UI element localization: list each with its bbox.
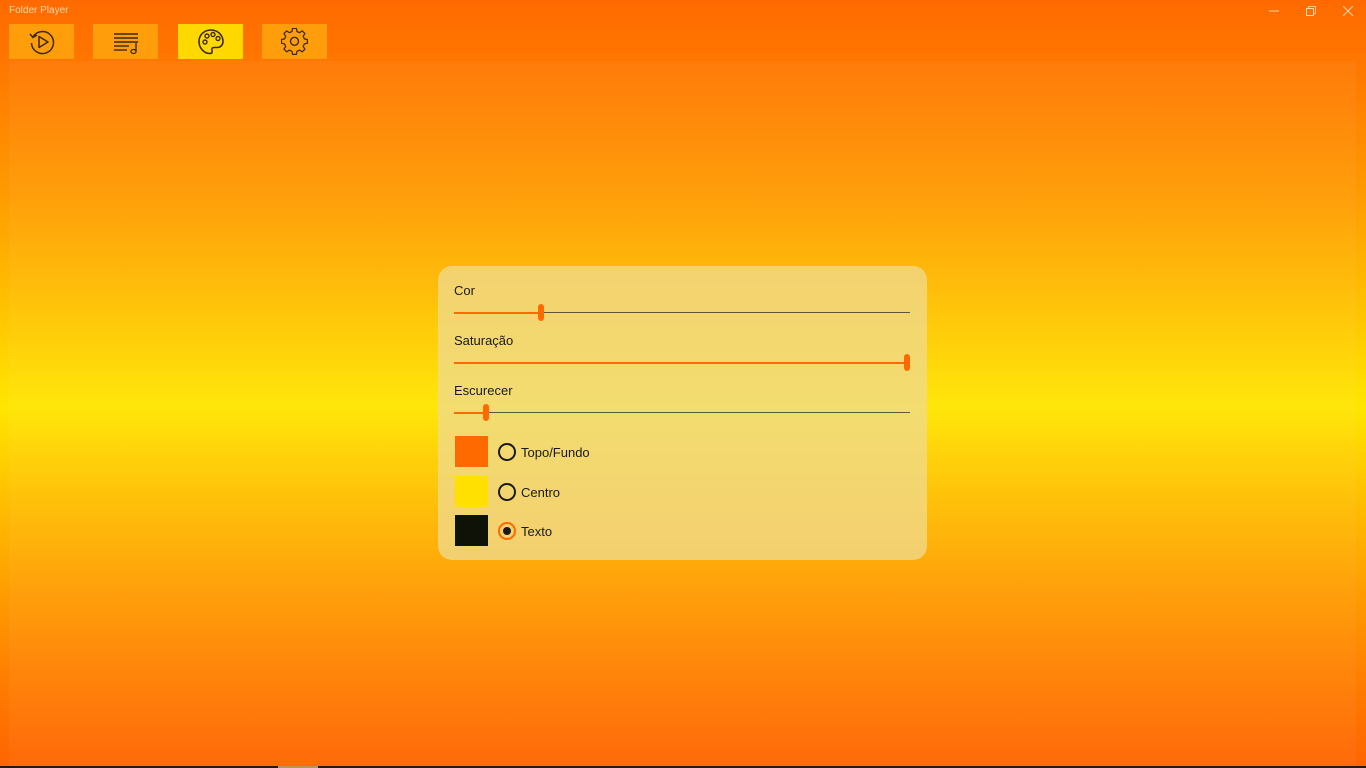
close-icon <box>1342 6 1353 16</box>
color-swatch-text[interactable] <box>455 515 488 546</box>
color-settings-panel: Cor Saturação Escurecer Topo/Fundo Centr… <box>438 266 927 560</box>
hue-slider-label: Cor <box>454 283 475 298</box>
playlist-button[interactable] <box>93 24 158 59</box>
gear-icon <box>280 27 308 55</box>
now-playing-button[interactable] <box>9 24 74 59</box>
radio-label-top-bottom: Topo/Fundo <box>521 445 590 460</box>
darken-slider-label: Escurecer <box>454 383 513 398</box>
restore-button[interactable] <box>1292 0 1329 22</box>
darken-slider-thumb[interactable] <box>483 404 489 421</box>
window-controls <box>1255 0 1366 22</box>
theme-button[interactable] <box>178 24 243 59</box>
title-bar: Folder Player <box>0 0 1366 22</box>
hue-slider-thumb[interactable] <box>538 304 544 321</box>
settings-button[interactable] <box>262 24 327 59</box>
hue-slider-fill <box>454 311 541 314</box>
radio-text[interactable] <box>498 522 516 540</box>
radio-dot <box>503 527 511 535</box>
replay-play-icon <box>28 30 54 54</box>
color-swatch-center[interactable] <box>455 476 488 507</box>
playlist-icon <box>113 32 138 54</box>
darken-slider[interactable] <box>454 404 910 421</box>
radio-label-center: Centro <box>521 485 561 500</box>
radio-label-text: Texto <box>521 524 553 539</box>
palette-icon <box>197 28 224 54</box>
minimize-icon <box>1268 10 1279 12</box>
radio-top-bottom[interactable] <box>498 443 516 461</box>
darken-slider-fill <box>454 411 486 414</box>
saturation-slider-fill <box>454 361 910 364</box>
close-button[interactable] <box>1329 0 1366 22</box>
restore-icon <box>1305 6 1316 16</box>
radio-center[interactable] <box>498 483 516 501</box>
app-title: Folder Player <box>9 5 69 16</box>
saturation-slider[interactable] <box>454 354 910 371</box>
minimize-button[interactable] <box>1255 0 1292 22</box>
hue-slider[interactable] <box>454 304 910 321</box>
saturation-slider-label: Saturação <box>454 333 514 348</box>
saturation-slider-thumb[interactable] <box>904 354 910 371</box>
color-swatch-top-bottom[interactable] <box>455 436 488 467</box>
